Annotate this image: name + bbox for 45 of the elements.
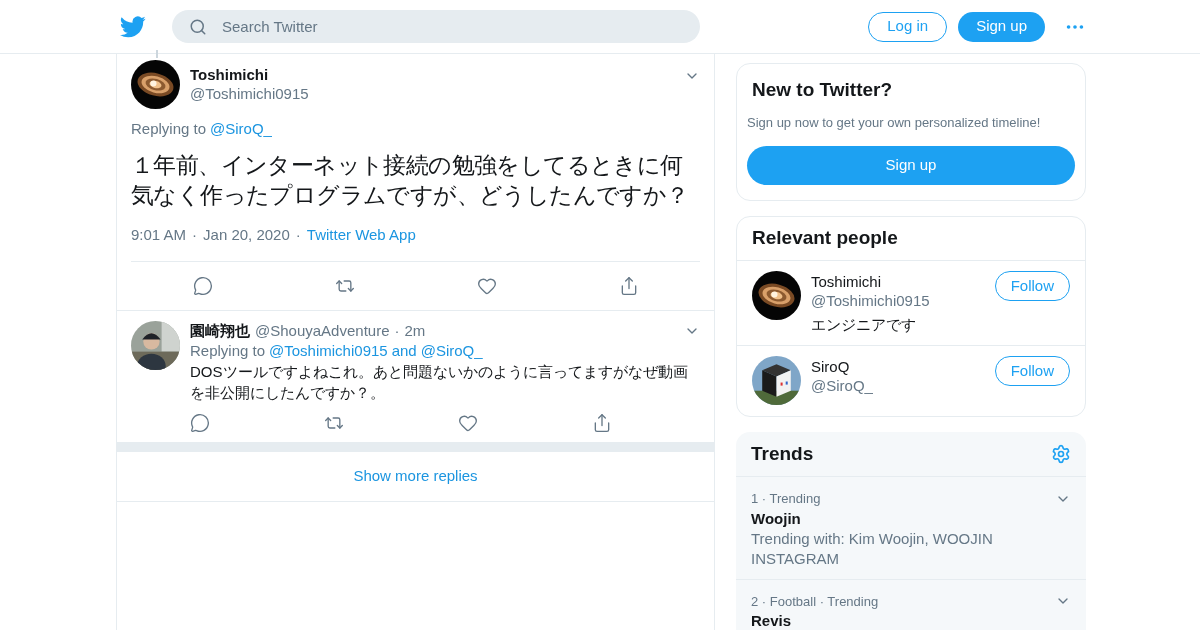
search-icon <box>189 18 207 36</box>
user-link[interactable]: @SiroQ_ <box>210 118 272 141</box>
speech-bubble-icon[interactable] <box>193 276 213 296</box>
tweet-time[interactable]: 2m <box>404 321 426 340</box>
time-separator: · <box>394 321 400 340</box>
author-name[interactable]: Toshimichi <box>190 65 684 84</box>
tweet-text: １年前、インターネット接続の勉強をしてるときに何気なく作ったプログラムですが、どうしたんですか？ <box>131 150 690 210</box>
heart-icon[interactable] <box>477 276 497 296</box>
tweet-meta: · <box>192 224 198 245</box>
user-link[interactable]: @Toshimichi0915 <box>269 340 388 361</box>
card-title: Relevant people <box>737 217 1085 261</box>
trend-name[interactable]: Revis <box>751 611 1071 630</box>
tweet-meta: · <box>295 224 301 245</box>
trend-description: Trending with: Kim Woojin, WOOJIN INSTAGRAM <box>751 528 994 569</box>
speech-bubble-icon[interactable] <box>190 412 210 433</box>
card-subtitle: Sign up now to get your own personalized timeline! <box>747 113 1042 132</box>
card-title: Trends <box>751 441 814 466</box>
card-title: New to Twitter? <box>751 78 894 102</box>
show-more-replies-link[interactable]: Show more replies <box>117 452 714 502</box>
sign-up-button[interactable]: Sign up <box>958 11 1045 42</box>
search-field[interactable]: Search Twitter <box>172 10 700 43</box>
share-icon[interactable] <box>592 412 612 433</box>
joiner-text: and <box>391 341 417 361</box>
source-link[interactable]: Twitter Web App <box>306 223 416 246</box>
replying-label: Replying to <box>131 119 207 139</box>
person-name[interactable]: Toshimichi <box>811 272 995 291</box>
replying-label: Replying to <box>190 341 266 361</box>
reply-text: DOSツールですよねこれ。あと問題ないかのように言ってますがなぜ動画を非公開にしたんですか？。 <box>190 362 689 403</box>
person-handle[interactable]: @SiroQ_ <box>811 376 995 395</box>
person-handle[interactable]: @Toshimichi0915 <box>811 291 995 310</box>
trend-context: 2 · Football · Trending <box>751 592 879 611</box>
share-icon[interactable] <box>619 276 639 296</box>
tweet-meta: 9:01 AM <box>131 224 187 245</box>
tweet-meta: Jan 20, 2020 <box>203 224 290 245</box>
person-bio: エンジニアです <box>811 315 917 334</box>
bird-logo-icon[interactable] <box>120 15 146 38</box>
trend-context: 1 · Trending <box>751 490 821 508</box>
author-name[interactable]: 園崎翔也 <box>190 321 250 340</box>
settings-icon[interactable] <box>1051 444 1071 464</box>
user-link[interactable]: @SiroQ_ <box>420 340 483 361</box>
sign-up-button[interactable]: Sign up <box>747 146 1075 185</box>
person-name[interactable]: SiroQ <box>811 357 995 376</box>
author-handle[interactable]: @Toshimichi0915 <box>190 84 684 104</box>
author-handle[interactable]: @ShouyaAdventure <box>255 321 390 340</box>
trend-name[interactable]: Woojin <box>751 508 1071 529</box>
